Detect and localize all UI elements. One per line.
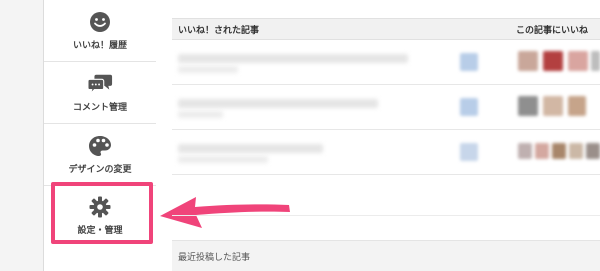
blurred-avatar (552, 143, 566, 159)
column-header-liked-article: いいね！された記事 (178, 26, 260, 36)
blurred-thumbnail (460, 98, 478, 116)
sidebar-item-label: いいね！履歴 (72, 40, 127, 51)
blurred-thumbnail (460, 143, 478, 161)
smiley-icon (87, 11, 113, 33)
blurred-article-meta (178, 66, 238, 73)
blurred-avatar (591, 51, 600, 71)
table-header: いいね！された記事 この記事にいいね (172, 18, 600, 40)
palette-icon (87, 135, 113, 157)
column-header-likes: この記事にいいね (516, 26, 589, 36)
sidebar-item-design[interactable]: デザインの変更 (44, 124, 156, 186)
blurred-avatar (586, 143, 600, 159)
recent-posts-label: 最近投稿した記事 (178, 253, 251, 263)
left-strip (0, 0, 44, 271)
blurred-article-title (178, 99, 378, 108)
speech-bubbles-icon (87, 73, 113, 95)
sidebar-item-label: デザインの変更 (68, 164, 132, 175)
blurred-avatar (518, 51, 538, 71)
blurred-avatar (568, 51, 588, 71)
table-row[interactable] (172, 86, 600, 130)
blurred-avatar (518, 143, 532, 159)
sidebar-item-label: コメント管理 (72, 102, 127, 113)
blurred-article-meta (178, 111, 223, 118)
sidebar-item-likes-history[interactable]: いいね！履歴 (44, 0, 156, 62)
blurred-avatar (568, 96, 586, 116)
sidebar-item-comments[interactable]: コメント管理 (44, 62, 156, 124)
settings-highlight-box (51, 182, 153, 244)
blurred-avatar (535, 143, 549, 159)
blurred-article-meta (178, 156, 268, 163)
blurred-article-title (178, 144, 323, 153)
table-row[interactable] (172, 131, 600, 175)
table-row[interactable] (172, 41, 600, 85)
blurred-thumbnail (460, 53, 478, 71)
blurred-article-title (178, 54, 408, 63)
recent-posts-header: 最近投稿した記事 (172, 240, 600, 271)
main-content: いいね！された記事 この記事にいいね 最近投稿した記事 (172, 0, 600, 271)
blurred-avatar (543, 51, 563, 71)
divider (172, 215, 600, 216)
blurred-avatar (518, 96, 538, 116)
blurred-avatar (569, 143, 583, 159)
blurred-avatar (543, 96, 563, 116)
